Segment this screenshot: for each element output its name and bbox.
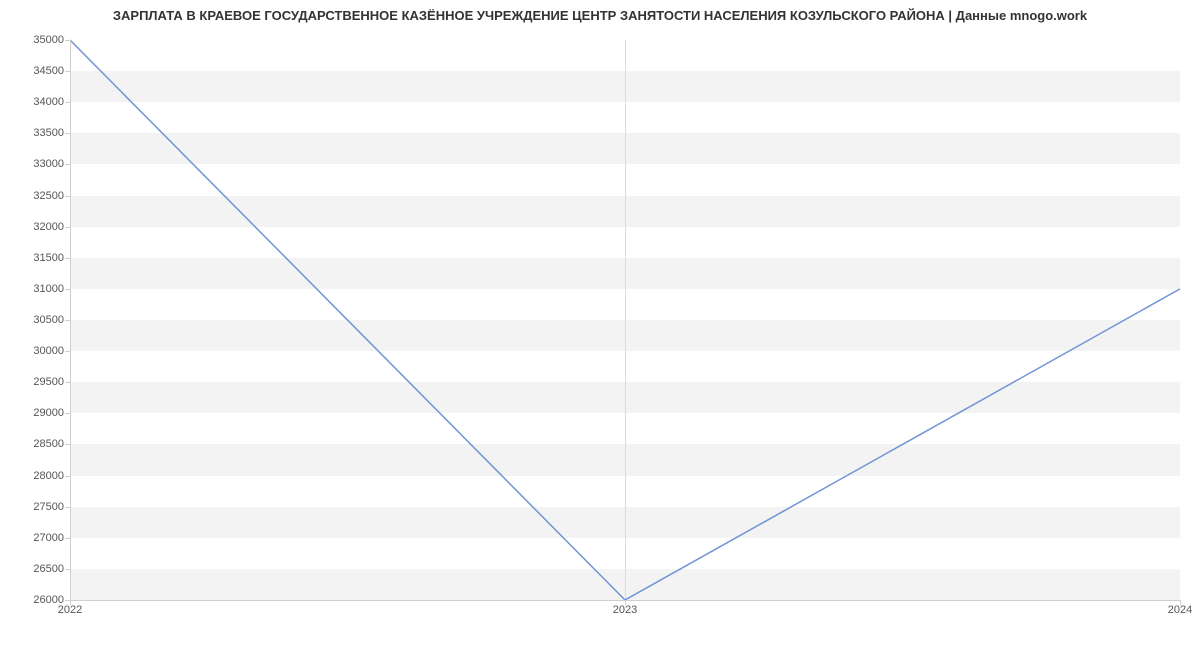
y-tick-label: 32000 (33, 221, 64, 233)
plot-area (70, 40, 1180, 600)
y-tick-mark (65, 289, 70, 290)
x-tick-label: 2022 (58, 604, 82, 616)
y-tick-mark (65, 40, 70, 41)
y-tick-label: 28500 (33, 438, 64, 450)
y-tick-label: 31500 (33, 252, 64, 264)
series-line-svg (70, 40, 1180, 600)
y-tick-mark (65, 413, 70, 414)
y-tick-mark (65, 164, 70, 165)
y-tick-label: 27500 (33, 501, 64, 513)
y-tick-mark (65, 476, 70, 477)
y-tick-label: 30500 (33, 314, 64, 326)
y-tick-mark (65, 196, 70, 197)
x-tick-label: 2024 (1168, 604, 1192, 616)
salary-series-line (70, 40, 1180, 600)
x-tick-mark (625, 600, 626, 605)
y-tick-label: 26500 (33, 563, 64, 575)
y-tick-label: 27000 (33, 532, 64, 544)
y-tick-mark (65, 71, 70, 72)
y-tick-mark (65, 382, 70, 383)
x-tick-mark (70, 600, 71, 605)
y-tick-mark (65, 569, 70, 570)
y-tick-label: 30000 (33, 345, 64, 357)
x-tick-label: 2023 (613, 604, 637, 616)
x-tick-mark (1180, 600, 1181, 605)
y-tick-mark (65, 227, 70, 228)
y-tick-label: 31000 (33, 283, 64, 295)
y-tick-mark (65, 507, 70, 508)
y-tick-label: 35000 (33, 34, 64, 46)
y-tick-mark (65, 444, 70, 445)
y-tick-mark (65, 102, 70, 103)
y-tick-mark (65, 320, 70, 321)
y-tick-mark (65, 538, 70, 539)
y-tick-label: 34500 (33, 65, 64, 77)
y-tick-label: 29500 (33, 376, 64, 388)
y-tick-label: 34000 (33, 96, 64, 108)
y-axis-line (70, 40, 71, 600)
line-chart: ЗАРПЛАТА В КРАЕВОЕ ГОСУДАРСТВЕННОЕ КАЗЁН… (0, 0, 1200, 650)
y-tick-label: 32500 (33, 190, 64, 202)
y-tick-label: 33000 (33, 158, 64, 170)
chart-title: ЗАРПЛАТА В КРАЕВОЕ ГОСУДАРСТВЕННОЕ КАЗЁН… (0, 8, 1200, 23)
y-tick-mark (65, 133, 70, 134)
y-tick-mark (65, 351, 70, 352)
y-tick-label: 28000 (33, 470, 64, 482)
y-tick-mark (65, 258, 70, 259)
y-tick-label: 29000 (33, 407, 64, 419)
y-tick-label: 33500 (33, 127, 64, 139)
